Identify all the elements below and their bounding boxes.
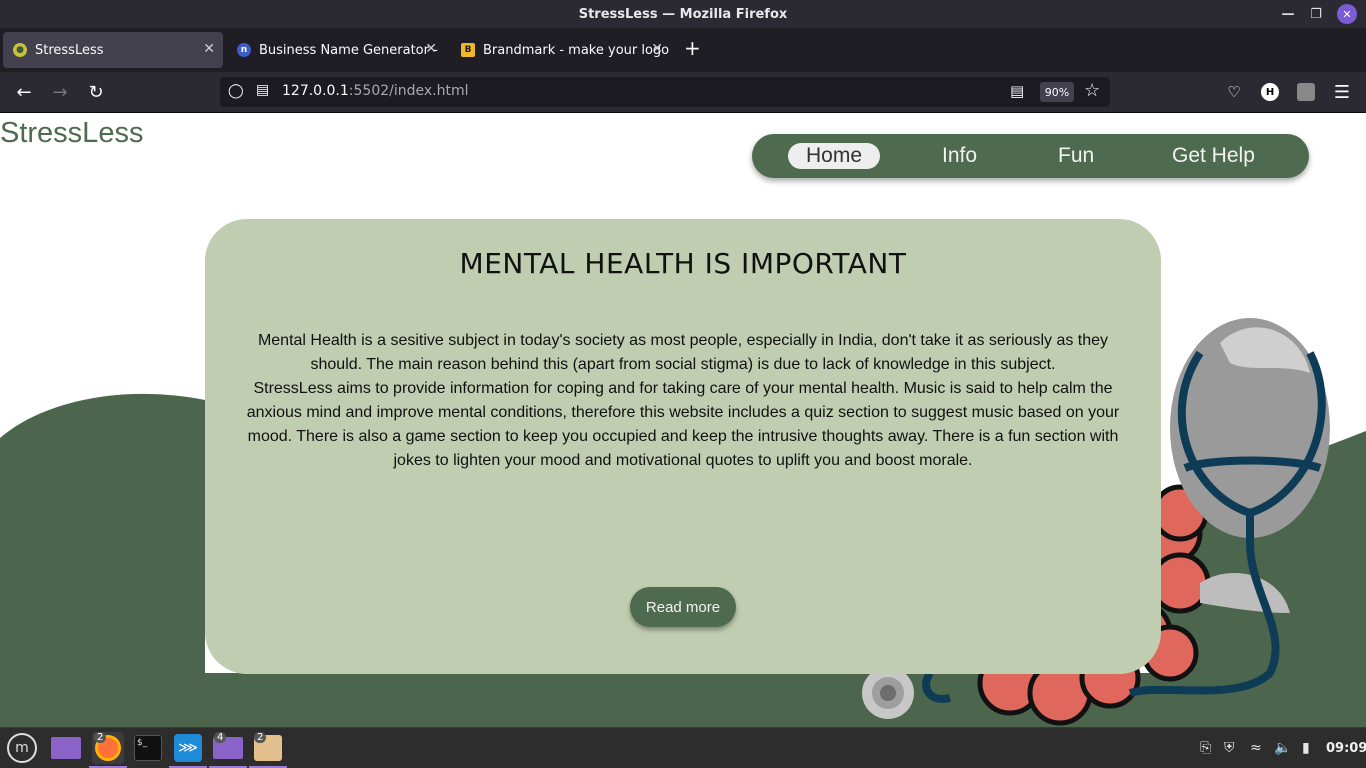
extension-puzzle-icon[interactable] (1294, 80, 1318, 104)
web-page: StressLess Home Info Fun Get Help MENTAL… (0, 113, 1366, 727)
namelix-favicon-icon: n (237, 43, 251, 57)
site-logo[interactable]: StressLess (0, 117, 143, 150)
stressless-favicon-icon: ● (13, 43, 27, 57)
shield-icon[interactable]: ◯ (228, 83, 244, 99)
firefox-taskbar-icon[interactable]: 2 (89, 732, 127, 768)
url-host: 127.0.0.1 (282, 83, 349, 99)
system-clock[interactable]: 09:09 (1326, 741, 1366, 756)
bookmark-star-icon[interactable]: ☆ (1084, 80, 1100, 101)
site-navigation: Home Info Fun Get Help (752, 134, 1309, 178)
nav-fun[interactable]: Fun (1058, 134, 1094, 178)
address-bar[interactable]: ◯ ▤ 127.0.0.1:5502/index.html ▤ 90% ☆ (220, 77, 1110, 107)
volume-icon[interactable]: 🔈 (1274, 740, 1291, 756)
zoom-level[interactable]: 90% (1040, 82, 1074, 102)
back-arrow-icon[interactable]: ← (12, 80, 36, 104)
tab-strip: ● StressLess ✕ n Business Name Generator… (0, 28, 1366, 72)
tab-stressless[interactable]: ● StressLess ✕ (3, 32, 223, 68)
close-tab-icon[interactable]: ✕ (425, 41, 437, 57)
new-tab-icon[interactable]: + (684, 36, 701, 60)
nav-info[interactable]: Info (942, 134, 977, 178)
tab-business-name-generator[interactable]: n Business Name Generator - ✕ (227, 32, 445, 68)
window-title: StressLess — Mozilla Firefox (578, 6, 788, 22)
maximize-icon[interactable]: ❐ (1306, 4, 1326, 24)
files-folder-icon[interactable] (50, 732, 82, 764)
card-title: MENTAL HEALTH IS IMPORTANT (459, 247, 907, 280)
card-paragraph-1: Mental Health is a sesitive subject in t… (257, 332, 1109, 373)
close-window-icon[interactable]: ✕ (1337, 4, 1357, 24)
battery-icon[interactable]: ▮ (1302, 740, 1310, 756)
navigation-toolbar: ← → ↻ ◯ ▤ 127.0.0.1:5502/index.html ▤ 90… (0, 72, 1366, 113)
shield-tray-icon[interactable]: ⛨ (1224, 740, 1235, 756)
nav-get-help[interactable]: Get Help (1172, 134, 1255, 178)
terminal-icon[interactable]: $_ (132, 732, 164, 764)
tab-label: StressLess (35, 42, 104, 58)
url-path: :5502/index.html (348, 83, 469, 99)
card-body: Mental Health is a sesitive subject in t… (243, 329, 1123, 473)
minimize-icon[interactable]: — (1278, 4, 1298, 24)
page-icon: ▤ (256, 82, 270, 98)
intro-card: MENTAL HEALTH IS IMPORTANT Mental Health… (205, 219, 1161, 674)
pocket-icon[interactable]: ♡ (1222, 80, 1246, 104)
nav-home[interactable]: Home (788, 143, 881, 169)
clipboard-icon[interactable]: ⎘ (1200, 740, 1211, 756)
menu-hamburger-icon[interactable]: ☰ (1330, 80, 1354, 104)
tab-label: Brandmark - make your logo (483, 42, 670, 58)
desktop-taskbar: m 2 $_ ⋙ 4 2 ⎘ ⛨ ≈ 🔈 ▮ 09:09 (0, 727, 1366, 768)
close-tab-icon[interactable]: ✕ (651, 41, 663, 57)
forward-arrow-icon[interactable]: → (48, 80, 72, 104)
card-paragraph-2: StressLess aims to provide information f… (246, 380, 1120, 469)
close-tab-icon[interactable]: ✕ (203, 41, 215, 57)
extension-h-icon[interactable]: H (1258, 80, 1282, 104)
tab-label: Business Name Generator - (259, 42, 438, 58)
archive-manager-icon[interactable]: 2 (249, 732, 287, 768)
window-titlebar: StressLess — Mozilla Firefox — ❐ ✕ (0, 0, 1366, 28)
brandmark-favicon-icon: B (461, 43, 475, 57)
files-window-icon[interactable]: 4 (209, 732, 247, 768)
tab-brandmark[interactable]: B Brandmark - make your logo ✕ (451, 32, 671, 68)
reader-view-icon[interactable]: ▤ (1010, 82, 1024, 100)
reload-icon[interactable]: ↻ (84, 80, 108, 104)
wifi-icon[interactable]: ≈ (1250, 740, 1262, 756)
url-text[interactable]: 127.0.0.1:5502/index.html (282, 83, 469, 99)
read-more-button[interactable]: Read more (630, 587, 736, 627)
vscode-icon[interactable]: ⋙ (169, 732, 207, 768)
mint-menu-icon[interactable]: m (6, 732, 38, 764)
